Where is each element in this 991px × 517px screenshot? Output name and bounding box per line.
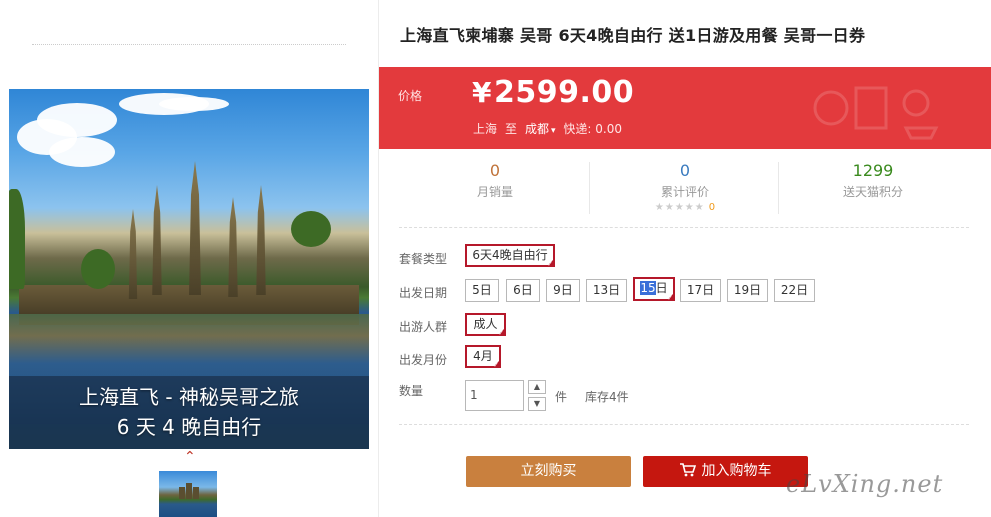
quantity-unit: 件	[555, 390, 568, 404]
monthly-sales-label: 月销量	[476, 185, 513, 199]
price-value: ¥2599.00	[472, 75, 634, 110]
route-to: 至	[505, 122, 518, 136]
quantity-decrease-button[interactable]: ▼	[528, 397, 546, 411]
option-date-22[interactable]: 22日	[774, 279, 815, 302]
price-label: 价格	[398, 89, 423, 103]
stat-reviews[interactable]: 0 累计评价 ★★★★★ 0	[590, 158, 780, 220]
thumbnail-image[interactable]	[159, 471, 217, 517]
departure-month-label: 出发月份	[399, 353, 448, 367]
stats-row: 0 月销量 0 累计评价 ★★★★★ 0 1299 送天猫积分	[400, 158, 968, 220]
tree	[81, 249, 115, 289]
quantity-label: 数量	[399, 384, 424, 398]
option-date-17[interactable]: 17日	[680, 279, 721, 302]
product-title: 上海直飞柬埔寨 吴哥 6天4晚自由行 送1日游及用餐 吴哥一日券	[400, 26, 866, 45]
star-icon: ★★★★★	[654, 202, 705, 213]
shipping-fee: 快递: 0.00	[563, 122, 622, 136]
package-type-label: 套餐类型	[399, 252, 448, 266]
price-background-pattern	[813, 86, 939, 140]
option-date-15[interactable]: 15日 ✓	[633, 277, 675, 302]
check-icon: ✓	[493, 361, 499, 369]
caption-line-1: 上海直飞 - 神秘吴哥之旅	[79, 385, 299, 409]
stock-count: 库存4件	[585, 390, 629, 404]
points-value: 1299	[852, 161, 894, 180]
currency-symbol: ¥	[472, 76, 492, 109]
option-date-9[interactable]: 9日	[546, 279, 580, 302]
check-icon: ✓	[667, 294, 673, 302]
divider	[399, 227, 969, 228]
check-icon: ✓	[547, 260, 553, 268]
option-group-adult[interactable]: 成人 ✓	[465, 313, 506, 337]
quantity-input[interactable]: 1	[465, 380, 524, 411]
buy-now-button[interactable]: 立刻购买	[466, 456, 631, 487]
monthly-sales-value: 0	[489, 161, 501, 180]
shipping-route: 上海至成都 ▾ 快递: 0.00	[473, 120, 622, 137]
add-to-cart-button[interactable]: 加入购物车	[643, 456, 808, 487]
caption-line-2: 6 天 4 晚自由行	[116, 415, 262, 439]
stat-monthly-sales: 0 月销量	[400, 158, 590, 220]
main-product-image[interactable]: 上海直飞 - 神秘吴哥之旅 6 天 4 晚自由行	[9, 89, 369, 449]
price-panel: 价格 ¥2599.00 上海至成都 ▾ 快递: 0.00	[379, 67, 991, 149]
shopping-cart-icon	[679, 463, 696, 477]
traveler-group-label: 出游人群	[399, 320, 448, 334]
divider	[399, 424, 969, 425]
chevron-down-icon: ▾	[551, 126, 556, 136]
tree	[9, 189, 25, 289]
option-date-6[interactable]: 6日	[506, 279, 540, 302]
temple-tower	[189, 161, 201, 295]
stat-points: 1299 送天猫积分	[778, 158, 968, 220]
price-amount: 2599.00	[493, 75, 635, 110]
option-package-6d4n[interactable]: 6天4晚自由行 ✓	[465, 244, 555, 268]
departure-date-label: 出发日期	[399, 286, 448, 300]
thumbnail-indicator-arrow-icon: ⌃	[184, 449, 196, 465]
temple-tower	[228, 197, 238, 297]
temple-tower	[152, 185, 162, 295]
option-month-april[interactable]: 4月 ✓	[465, 345, 501, 369]
destination-city-select[interactable]: 成都 ▾	[525, 122, 556, 136]
quantity-increase-button[interactable]: ▲	[528, 380, 546, 394]
image-caption: 上海直飞 - 神秘吴哥之旅 6 天 4 晚自由行	[9, 376, 369, 449]
cloud	[49, 137, 115, 167]
tree	[291, 211, 331, 247]
cloud	[159, 97, 229, 111]
temple-tower	[256, 185, 266, 295]
option-date-13[interactable]: 13日	[586, 279, 627, 302]
check-icon: ✓	[498, 329, 504, 337]
option-date-5[interactable]: 5日	[465, 279, 499, 302]
points-label: 送天猫积分	[842, 185, 903, 199]
reviews-value: 0	[679, 161, 691, 180]
option-date-19[interactable]: 19日	[727, 279, 768, 302]
reviews-label: 累计评价	[660, 185, 709, 199]
gallery-top-divider	[32, 44, 346, 45]
rating-score: 0	[708, 202, 716, 213]
from-city: 上海	[473, 122, 498, 136]
site-watermark: eLvXing.net	[786, 470, 944, 498]
date-15-highlight: 15	[640, 281, 656, 295]
rating-stars: ★★★★★ 0	[590, 200, 780, 216]
